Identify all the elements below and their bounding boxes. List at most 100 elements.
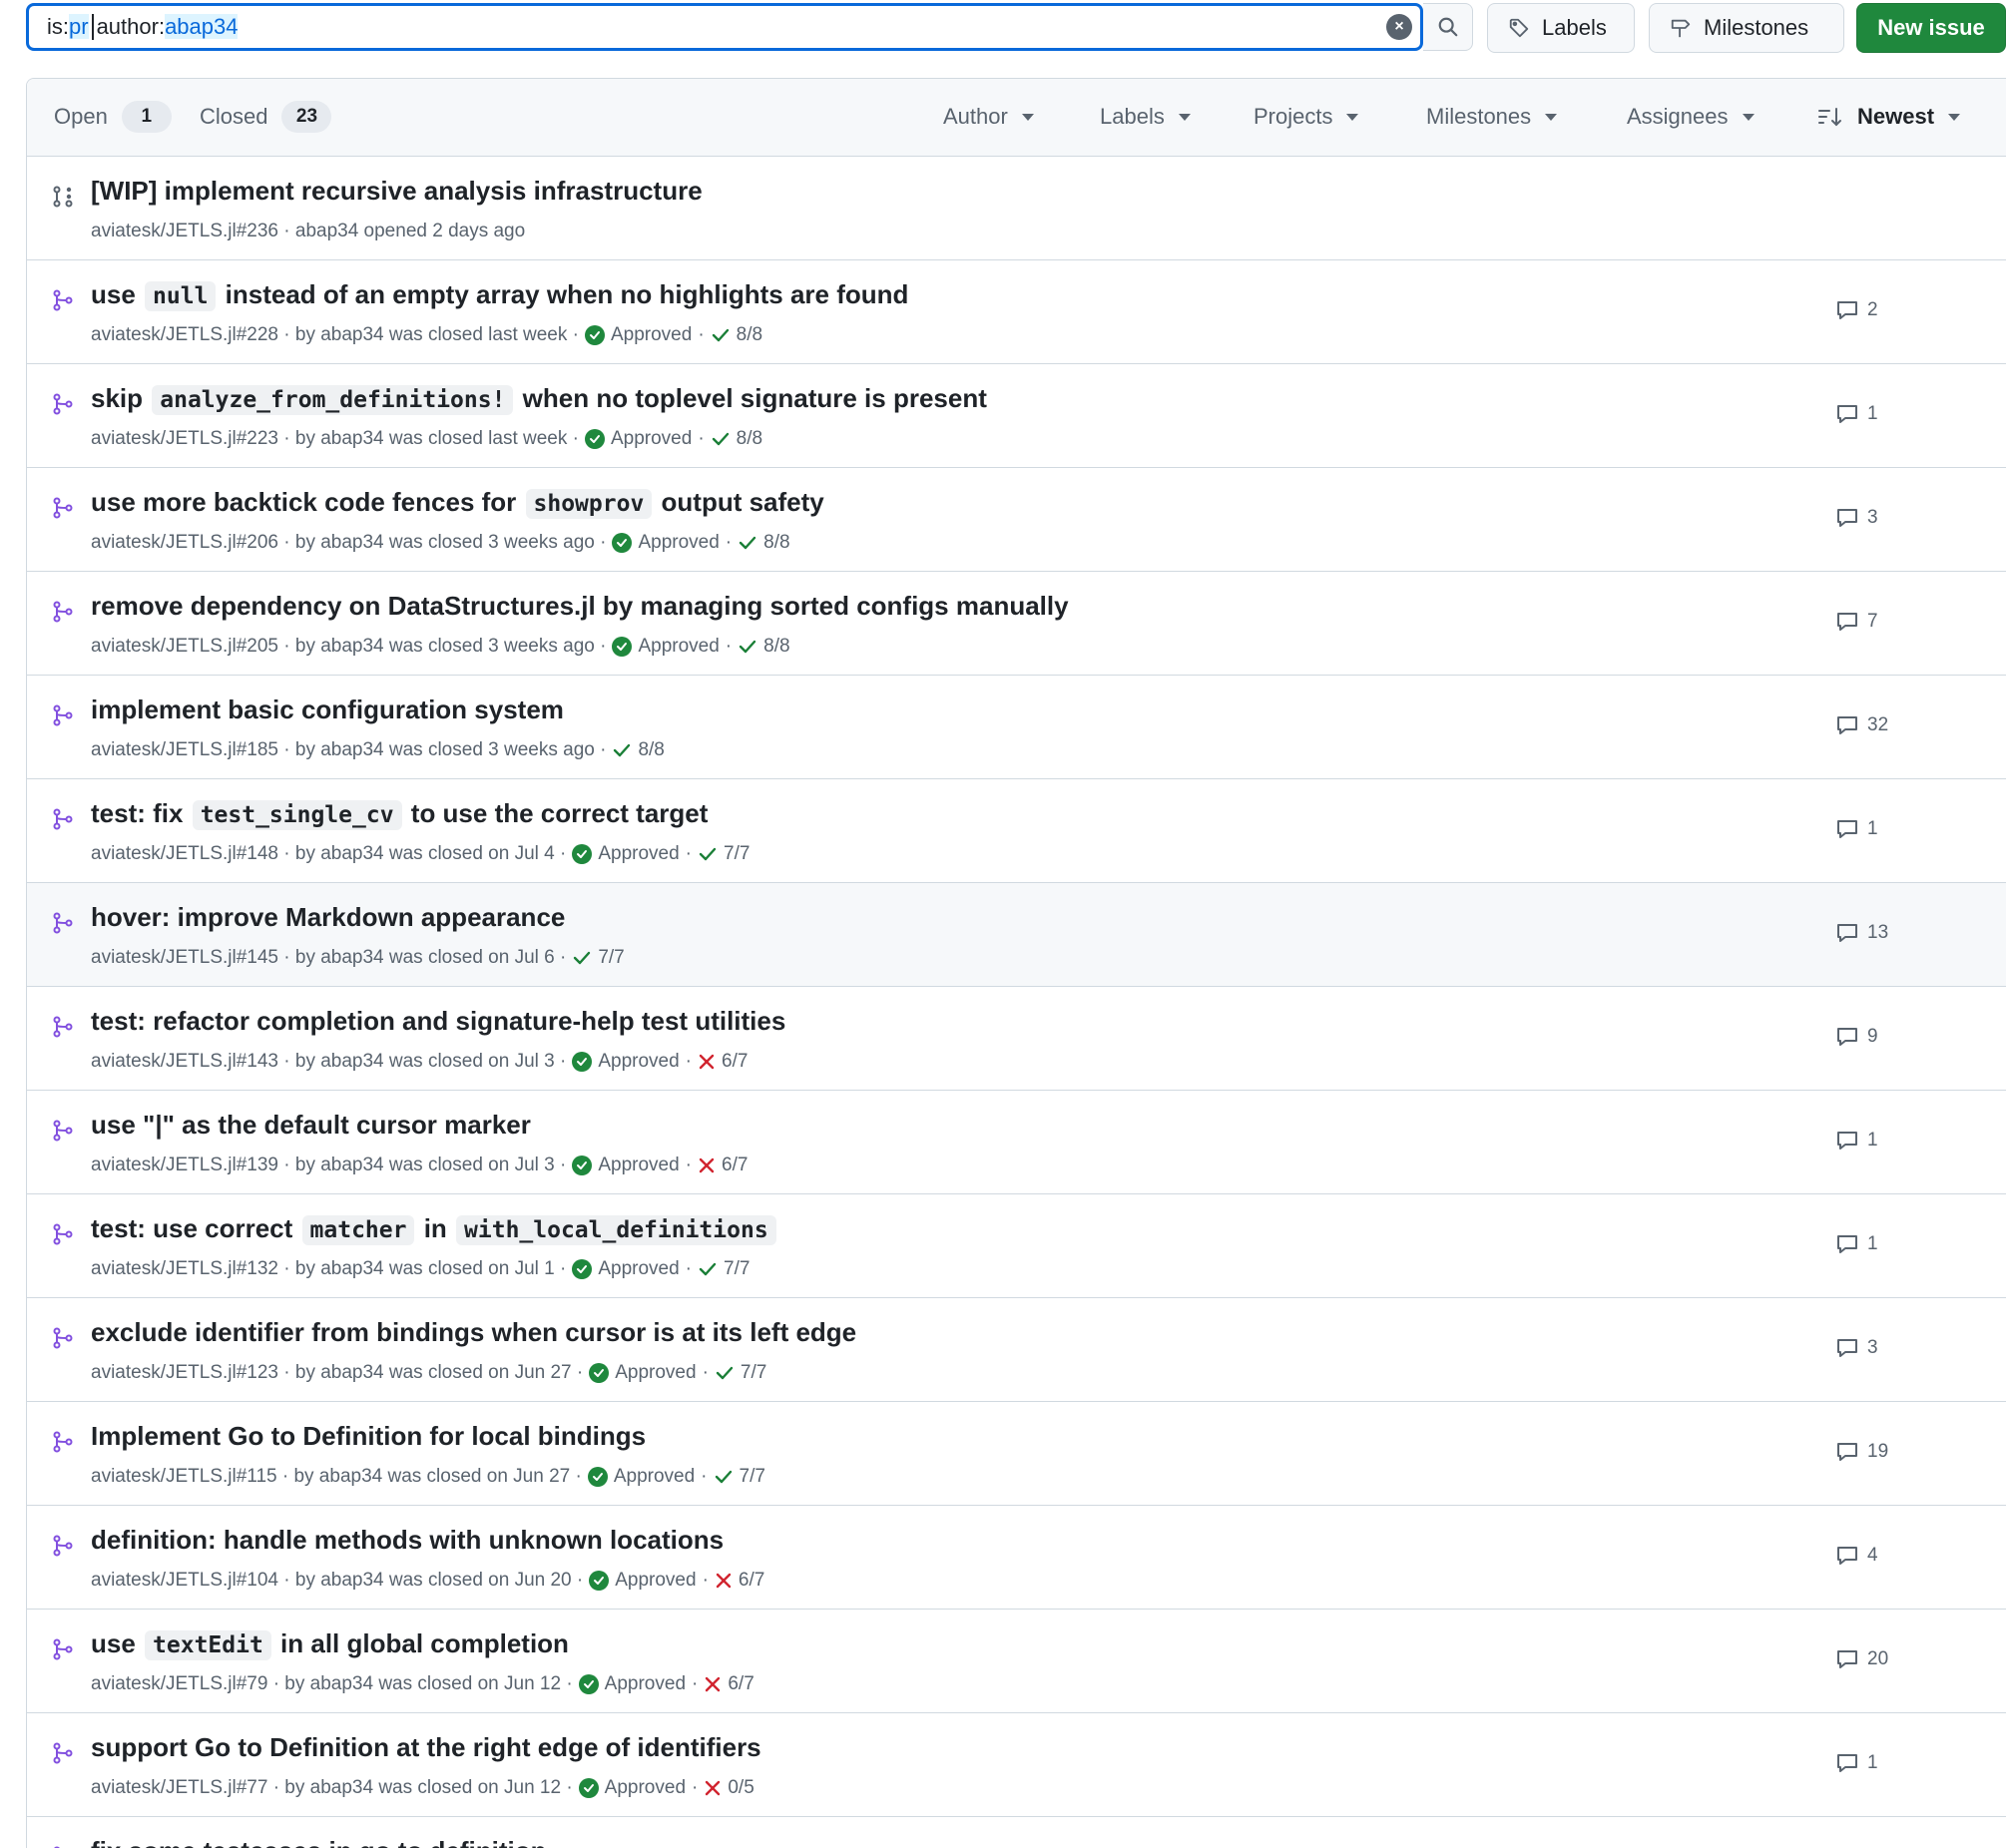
pull-request-title-link[interactable]: exclude identifier from bindings when cu… <box>91 1312 856 1352</box>
table-row[interactable]: skip analyze_from_definitions! when no t… <box>27 364 2006 468</box>
check-icon[interactable] <box>698 844 718 864</box>
check-icon[interactable] <box>714 1467 734 1487</box>
table-row[interactable]: test: refactor completion and signature-… <box>27 987 2006 1091</box>
table-row[interactable]: fix some testcases in go to definition <box>27 1817 2006 1848</box>
table-row[interactable]: [WIP] implement recursive analysis infra… <box>27 157 2006 260</box>
search-button[interactable] <box>1423 3 1473 51</box>
pull-request-title-link[interactable]: fix some testcases in go to definition <box>91 1831 547 1848</box>
approved-label: Approved <box>610 428 693 449</box>
table-row[interactable]: remove dependency on DataStructures.jl b… <box>27 572 2006 676</box>
projects-filter[interactable]: Projects <box>1254 79 1359 155</box>
table-row[interactable]: implement basic configuration system avia… <box>27 676 2006 779</box>
check-icon[interactable] <box>738 533 757 553</box>
pull-request-title-link[interactable]: [WIP] implement recursive analysis infra… <box>91 171 703 211</box>
table-row[interactable]: exclude identifier from bindings when cu… <box>27 1298 2006 1402</box>
pull-request-title-link[interactable]: definition: handle methods with unknown … <box>91 1520 724 1560</box>
comments-link[interactable]: 1 <box>1835 817 1878 841</box>
checks-count[interactable]: 8/8 <box>763 634 789 660</box>
comments-link[interactable]: 4 <box>1835 1544 1878 1568</box>
checks-count[interactable]: 7/7 <box>724 841 750 867</box>
x-icon[interactable] <box>698 1156 716 1174</box>
comments-link[interactable]: 7 <box>1835 610 1878 634</box>
table-row[interactable]: use null instead of an empty array when … <box>27 260 2006 364</box>
x-icon[interactable] <box>698 1053 716 1071</box>
pull-request-title-link[interactable]: implement basic configuration system <box>91 690 564 729</box>
pull-request-title-link[interactable]: skip analyze_from_definitions! when no t… <box>91 378 987 420</box>
milestones-button[interactable]: Milestones <box>1649 3 1844 53</box>
table-row[interactable]: use "|" as the default cursor marker avia… <box>27 1091 2006 1194</box>
pull-request-title-link[interactable]: test: fix test_single_cv to use the corr… <box>91 793 708 835</box>
open-filter-tab[interactable]: Open 1 <box>54 79 172 155</box>
checks-count[interactable]: 7/7 <box>741 1360 766 1386</box>
table-row[interactable]: test: use correct matcher in with_local_… <box>27 1194 2006 1298</box>
search-input[interactable]: is:pr author:abap34 × <box>26 3 1423 51</box>
table-row[interactable]: Implement Go to Definition for local bin… <box>27 1402 2006 1506</box>
comments-link[interactable]: 1 <box>1835 402 1878 426</box>
labels-filter[interactable]: Labels <box>1100 79 1191 155</box>
closed-filter-tab[interactable]: Closed 23 <box>200 79 332 155</box>
x-icon[interactable] <box>704 1779 722 1797</box>
check-icon[interactable] <box>572 948 592 968</box>
checks-count[interactable]: 7/7 <box>724 1256 750 1282</box>
comments-link[interactable]: 3 <box>1835 1336 1878 1360</box>
comments-link[interactable]: 3 <box>1835 506 1878 530</box>
search-query[interactable]: is:pr author:abap34 <box>47 6 239 48</box>
comments-link[interactable]: 2 <box>1835 298 1878 322</box>
check-icon[interactable] <box>711 429 731 449</box>
check-icon[interactable] <box>612 740 632 760</box>
checks-count[interactable]: 6/7 <box>739 1568 764 1594</box>
milestones-filter[interactable]: Milestones <box>1426 79 1558 155</box>
x-icon[interactable] <box>715 1572 733 1590</box>
comments-link[interactable]: 1 <box>1835 1129 1878 1153</box>
pull-request-title-link[interactable]: use more backtick code fences for showpr… <box>91 482 824 524</box>
author-filter[interactable]: Author <box>943 79 1034 155</box>
rows-container: [WIP] implement recursive analysis infra… <box>27 157 2006 1848</box>
check-icon[interactable] <box>715 1363 735 1383</box>
checks-count[interactable]: 8/8 <box>763 530 789 556</box>
title-text: use more backtick code fences for <box>91 487 524 517</box>
pull-request-title-link[interactable]: use textEdit in all global completion <box>91 1623 569 1665</box>
pull-request-title-link[interactable]: use null instead of an empty array when … <box>91 274 908 316</box>
new-issue-button[interactable]: New issue <box>1856 3 2006 53</box>
table-row[interactable]: test: fix test_single_cv to use the corr… <box>27 779 2006 883</box>
checks-count[interactable]: 8/8 <box>638 737 664 763</box>
checks-count[interactable]: 7/7 <box>740 1464 765 1490</box>
comments-link[interactable]: 13 <box>1835 921 1888 945</box>
pull-request-title-link[interactable]: use "|" as the default cursor marker <box>91 1105 531 1145</box>
pull-request-title-link[interactable]: remove dependency on DataStructures.jl b… <box>91 586 1069 626</box>
check-icon[interactable] <box>711 325 731 345</box>
table-row[interactable]: support Go to Definition at the right ed… <box>27 1713 2006 1817</box>
checks-count[interactable]: 0/5 <box>728 1775 753 1801</box>
checks-count[interactable]: 7/7 <box>598 945 624 971</box>
comments-link[interactable]: 1 <box>1835 1751 1878 1775</box>
pull-request-title-link[interactable]: test: use correct matcher in with_local_… <box>91 1208 778 1250</box>
pull-request-title-link[interactable]: hover: improve Markdown appearance <box>91 897 565 937</box>
comments-link[interactable]: 9 <box>1835 1025 1878 1049</box>
checks-count[interactable]: 8/8 <box>737 322 762 348</box>
title-text: use "|" as the default cursor marker <box>91 1110 531 1140</box>
x-icon[interactable] <box>704 1675 722 1693</box>
pull-request-title-link[interactable]: support Go to Definition at the right ed… <box>91 1727 761 1767</box>
checks-count[interactable]: 6/7 <box>722 1153 748 1178</box>
assignees-filter[interactable]: Assignees <box>1627 79 1755 155</box>
pull-request-title-link[interactable]: Implement Go to Definition for local bin… <box>91 1416 646 1456</box>
sort-dropdown[interactable]: Newest <box>1817 79 1961 155</box>
checks-count[interactable]: 8/8 <box>737 426 762 452</box>
table-row[interactable]: hover: improve Markdown appearance aviate… <box>27 883 2006 987</box>
table-row[interactable]: definition: handle methods with unknown … <box>27 1506 2006 1610</box>
clear-search-icon[interactable]: × <box>1386 14 1412 40</box>
check-icon[interactable] <box>698 1259 718 1279</box>
comments-link[interactable]: 1 <box>1835 1232 1878 1256</box>
comments-link[interactable]: 20 <box>1835 1647 1888 1671</box>
pull-request-title-link[interactable]: test: refactor completion and signature-… <box>91 1001 785 1041</box>
list-header: Open 1 Closed 23 Author Labels Projects … <box>27 79 2006 157</box>
check-icon[interactable] <box>738 637 757 657</box>
checks-count[interactable]: 6/7 <box>722 1049 748 1075</box>
table-row[interactable]: use textEdit in all global completion avi… <box>27 1610 2006 1713</box>
table-row[interactable]: use more backtick code fences for showpr… <box>27 468 2006 572</box>
checks-count[interactable]: 6/7 <box>728 1671 753 1697</box>
labels-button[interactable]: Labels <box>1487 3 1635 53</box>
pull-request-meta: aviatesk/JETLS.jl#115 · by abap34 was cl… <box>91 1464 765 1490</box>
comments-link[interactable]: 32 <box>1835 713 1888 737</box>
comments-link[interactable]: 19 <box>1835 1440 1888 1464</box>
